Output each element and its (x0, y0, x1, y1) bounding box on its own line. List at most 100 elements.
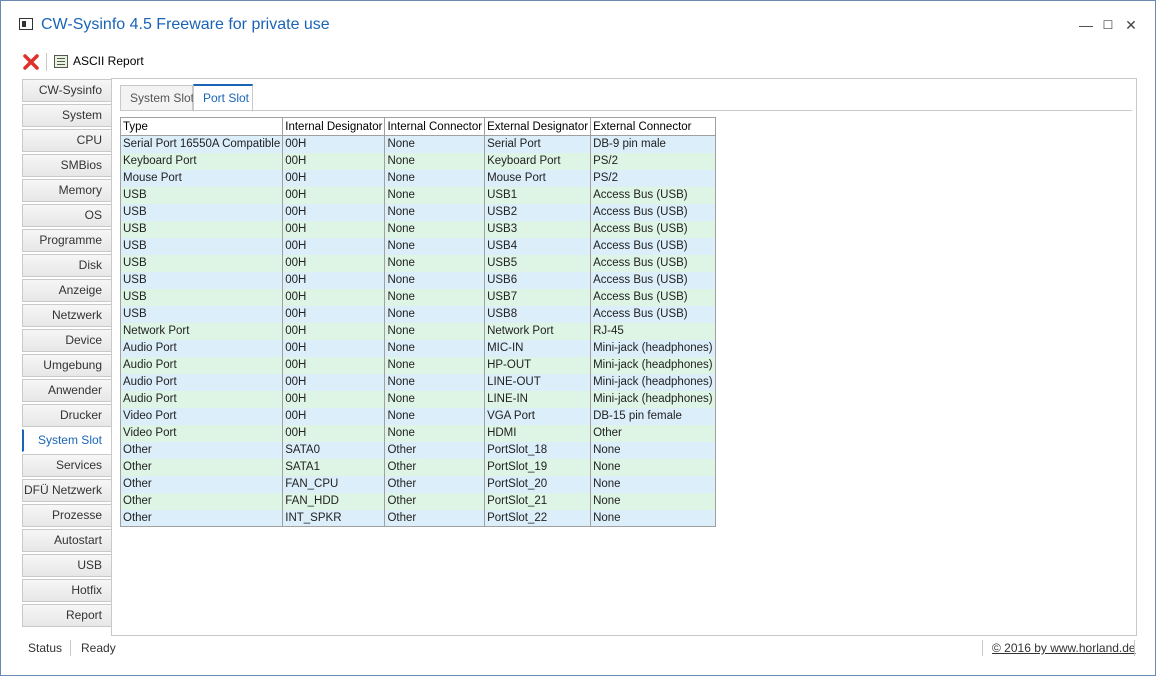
table-cell: USB (119, 237, 284, 255)
sidebar-item-smbios[interactable]: SMBios (22, 154, 112, 177)
table-row[interactable]: Serial Port 16550A Compatible 00H None Seri… (119, 135, 716, 153)
table-cell: USB (119, 288, 284, 306)
table-row[interactable]: USB 00H None USB8 Access Bus (USB) (119, 305, 716, 323)
table-cell: MIC-IN (484, 339, 592, 357)
table-cell: Network Port (484, 322, 592, 340)
table-cell: None (590, 441, 716, 459)
sidebar-item-hotfix[interactable]: Hotfix (22, 579, 112, 602)
table-row[interactable]: Other FAN_CPU Other PortSlot_20 None (119, 475, 716, 493)
table-cell: Mini-jack (headphones) (590, 390, 716, 408)
table-cell: 00H (282, 169, 386, 187)
table-row[interactable]: Mouse Port 00H None Mouse Port PS/2 (119, 169, 716, 187)
sidebar-item-netzwerk[interactable]: Netzwerk (22, 304, 112, 327)
table-row[interactable]: Other INT_SPKR Other PortSlot_22 None (119, 509, 716, 527)
sidebar-item-programme[interactable]: Programme (22, 229, 112, 252)
table-cell: 00H (282, 339, 386, 357)
table-row[interactable]: Other SATA0 Other PortSlot_18 None (119, 441, 716, 459)
status-separator (1134, 640, 1135, 656)
table-cell: Mouse Port (484, 169, 592, 187)
table-cell: USB (119, 271, 284, 289)
table-row[interactable]: USB 00H None USB5 Access Bus (USB) (119, 254, 716, 272)
table-row[interactable]: Audio Port 00H None MIC-IN Mini-jack (headph… (119, 339, 716, 357)
table-cell: Other (119, 475, 284, 493)
sidebar-item-memory[interactable]: Memory (22, 179, 112, 202)
table-cell: HDMI (484, 424, 592, 442)
table-cell: PortSlot_22 (484, 509, 592, 527)
exit-icon[interactable] (22, 53, 40, 71)
sidebar-nav: CW-Sysinfo System CPU SMBios Memory OS Program… (22, 79, 112, 629)
sidebar-item-device[interactable]: Device (22, 329, 112, 352)
table-cell: Access Bus (USB) (590, 305, 716, 323)
sidebar-item-report[interactable]: Report (22, 604, 112, 627)
sidebar-item-prozesse[interactable]: Prozesse (22, 504, 112, 527)
table-row[interactable]: Other SATA1 Other PortSlot_19 None (119, 458, 716, 476)
table-row[interactable]: Video Port 00H None VGA Port DB-15 pin femal… (119, 407, 716, 425)
table-row[interactable]: Keyboard Port 00H None Keyboard Port PS/2 (119, 152, 716, 170)
column-header[interactable]: Internal Connector (384, 117, 486, 136)
sidebar-item-drucker[interactable]: Drucker (22, 404, 112, 427)
table-cell: USB (119, 220, 284, 238)
sidebar-item-system-slot[interactable]: System Slot (22, 429, 112, 452)
sidebar-item-autostart[interactable]: Autostart (22, 529, 112, 552)
sidebar-item-usb[interactable]: USB (22, 554, 112, 577)
table-cell: None (384, 339, 486, 357)
window-title: CW-Sysinfo 4.5 Freeware for private use (41, 16, 330, 33)
table-row[interactable]: Audio Port 00H None LINE-OUT Mini-jack (head… (119, 373, 716, 391)
table-row[interactable]: Video Port 00H None HDMI Other (119, 424, 716, 442)
table-cell: USB4 (484, 237, 592, 255)
table-cell: Access Bus (USB) (590, 237, 716, 255)
minimize-button[interactable]: — (1076, 15, 1096, 35)
table-cell: Serial Port 16550A Compatible (119, 135, 284, 153)
table-row[interactable]: USB 00H None USB6 Access Bus (USB) (119, 271, 716, 289)
sidebar-item-services[interactable]: Services (22, 454, 112, 477)
table-row[interactable]: Audio Port 00H None LINE-IN Mini-jack (headp… (119, 390, 716, 408)
sidebar-item-cw-sysinfo[interactable]: CW-Sysinfo (22, 79, 112, 102)
copyright-link[interactable]: © 2016 by www.horland.de (992, 641, 1136, 655)
column-header[interactable]: External Connector (590, 117, 716, 136)
table-row[interactable]: USB 00H None USB4 Access Bus (USB) (119, 237, 716, 255)
table-cell: USB7 (484, 288, 592, 306)
table-cell: Audio Port (119, 339, 284, 357)
table-row[interactable]: Network Port 00H None Network Port RJ-45 (119, 322, 716, 340)
table-cell: None (590, 492, 716, 510)
table-row[interactable]: USB 00H None USB3 Access Bus (USB) (119, 220, 716, 238)
table-cell: 00H (282, 407, 386, 425)
table-cell: None (384, 356, 486, 374)
column-header[interactable]: Type (119, 117, 284, 136)
table-cell: Access Bus (USB) (590, 288, 716, 306)
table-cell: VGA Port (484, 407, 592, 425)
sidebar-item-umgebung[interactable]: Umgebung (22, 354, 112, 377)
table-cell: Other (384, 492, 486, 510)
table-row[interactable]: Audio Port 00H None HP-OUT Mini-jack (headph… (119, 356, 716, 374)
table-row[interactable]: USB 00H None USB1 Access Bus (USB) (119, 186, 716, 204)
table-cell: 00H (282, 356, 386, 374)
table-cell: PortSlot_18 (484, 441, 592, 459)
table-row[interactable]: USB 00H None USB7 Access Bus (USB) (119, 288, 716, 306)
table-cell: SATA1 (282, 458, 386, 476)
sidebar-item-cpu[interactable]: CPU (22, 129, 112, 152)
table-cell: Access Bus (USB) (590, 186, 716, 204)
column-header[interactable]: Internal Designator (282, 117, 386, 136)
sidebar-item-disk[interactable]: Disk (22, 254, 112, 277)
table-cell: None (590, 509, 716, 527)
table-cell: USB2 (484, 203, 592, 221)
table-cell: None (590, 475, 716, 493)
table-row[interactable]: USB 00H None USB2 Access Bus (USB) (119, 203, 716, 221)
maximize-button[interactable]: ☐ (1098, 15, 1118, 35)
table-cell: Audio Port (119, 390, 284, 408)
table-row[interactable]: Other FAN_HDD Other PortSlot_21 None (119, 492, 716, 510)
column-header[interactable]: External Designator (484, 117, 592, 136)
table-cell: Other (119, 458, 284, 476)
sidebar-item-anzeige[interactable]: Anzeige (22, 279, 112, 302)
tab-port-slot[interactable]: Port Slot (193, 84, 253, 112)
sidebar-item-system[interactable]: System (22, 104, 112, 127)
close-button[interactable]: ✕ (1121, 15, 1141, 35)
sidebar-item-df-netzwerk[interactable]: DFÜ Netzwerk (22, 479, 112, 502)
sidebar-item-anwender[interactable]: Anwender (22, 379, 112, 402)
tab-system-slot[interactable]: System Slot (120, 85, 194, 111)
sidebar-item-os[interactable]: OS (22, 204, 112, 227)
table-cell: None (384, 152, 486, 170)
table-cell: Access Bus (USB) (590, 220, 716, 238)
table-cell: 00H (282, 271, 386, 289)
table-cell: Serial Port (484, 135, 592, 153)
